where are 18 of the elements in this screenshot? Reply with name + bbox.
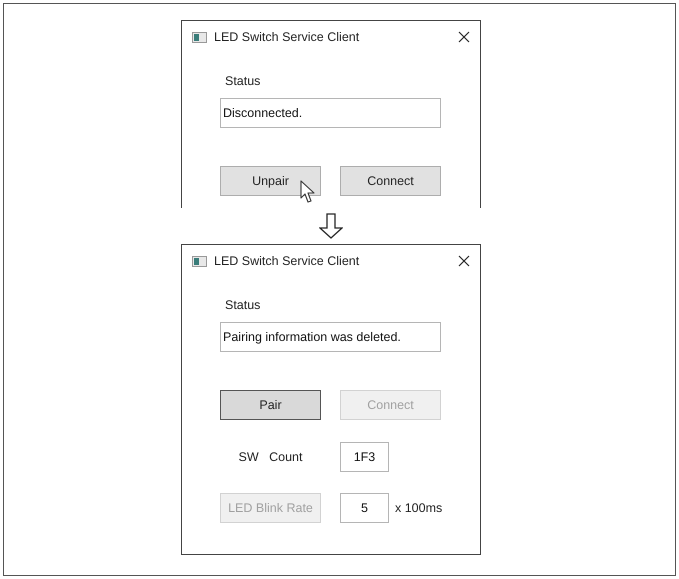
sw-count-label: SW Count (238, 450, 304, 464)
app-icon (192, 256, 207, 266)
window-title: LED Switch Service Client (214, 30, 360, 44)
close-icon[interactable] (458, 31, 470, 43)
status-label: Status (225, 298, 260, 313)
window-title: LED Switch Service Client (214, 254, 360, 268)
close-icon[interactable] (458, 255, 470, 267)
blink-rate-field[interactable]: 5 (340, 493, 389, 523)
sw-count-field: 1F3 (340, 442, 389, 472)
down-arrow-icon (319, 213, 343, 239)
status-field: Pairing information was deleted. (220, 322, 441, 352)
pair-toggle-button[interactable]: Unpair (220, 166, 321, 196)
pair-toggle-button[interactable]: Pair (220, 390, 321, 420)
connect-button[interactable]: Connect (340, 166, 441, 196)
app-icon (192, 32, 207, 42)
unit-label: x 100ms (395, 501, 442, 515)
status-label: Status (225, 74, 260, 89)
status-field: Disconnected. (220, 98, 441, 128)
